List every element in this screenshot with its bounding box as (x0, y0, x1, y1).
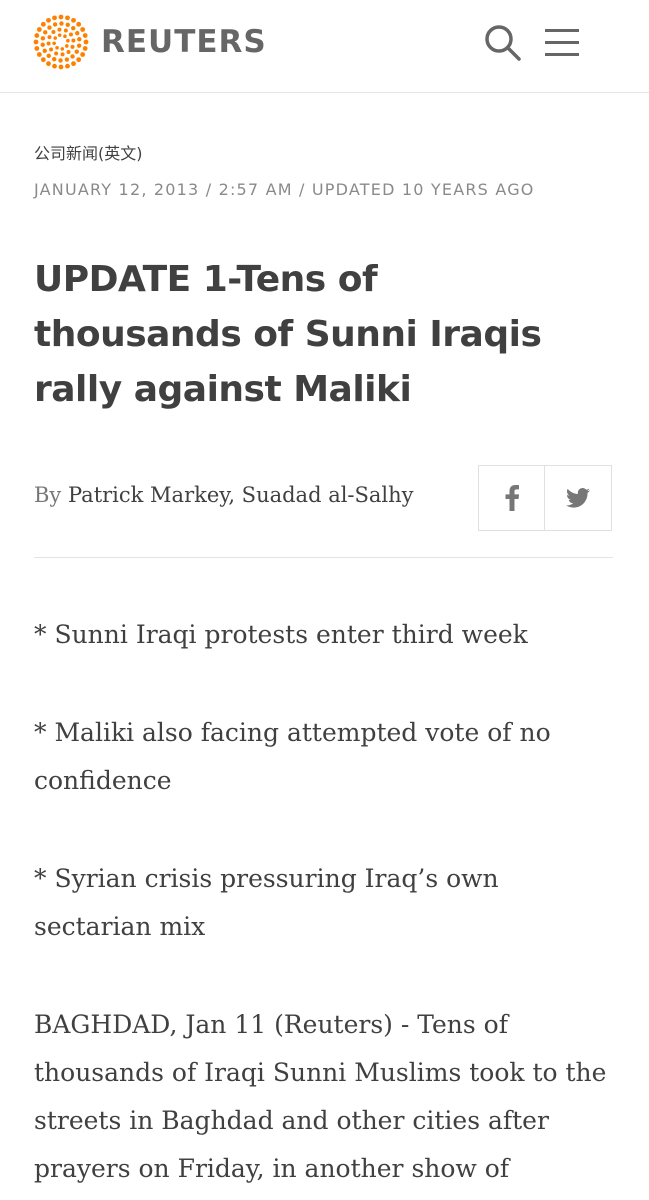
bullet-paragraph: * Maliki also facing attempted vote of n… (34, 718, 551, 795)
lead-paragraph: BAGHDAD, Jan 11 (Reuters) - Tens of thou… (34, 1010, 607, 1183)
top-bar: REUTERS (0, 0, 649, 93)
byline-authors[interactable]: Patrick Markey, Suadad al-Salhy (68, 483, 414, 507)
byline-prefix: By (34, 483, 62, 507)
article-body: * Sunni Iraqi protests enter third week … (34, 611, 614, 1200)
bullet-paragraph: * Sunni Iraqi protests enter third week (34, 620, 528, 649)
share-twitter-button[interactable] (544, 465, 612, 531)
byline-divider (34, 557, 613, 558)
reuters-logo[interactable]: REUTERS (33, 14, 267, 70)
hamburger-menu-icon[interactable] (542, 22, 582, 62)
article-dateline: JANUARY 12, 2013 / 2:57 AM / UPDATED 10 … (34, 180, 535, 199)
article-headline: UPDATE 1-Tens of thousands of Sunni Iraq… (34, 259, 542, 410)
byline: By Patrick Markey, Suadad al-Salhy (34, 483, 414, 507)
twitter-icon (566, 488, 590, 508)
brand-name: REUTERS (101, 24, 267, 60)
search-icon[interactable] (482, 22, 522, 62)
reuters-dot-logo-icon (33, 14, 89, 70)
facebook-icon (505, 485, 520, 511)
bullet-paragraph: * Syrian crisis pressuring Iraq’s own se… (34, 864, 499, 941)
share-facebook-button[interactable] (478, 465, 546, 531)
article-category[interactable]: 公司新闻(英文) (34, 140, 143, 164)
